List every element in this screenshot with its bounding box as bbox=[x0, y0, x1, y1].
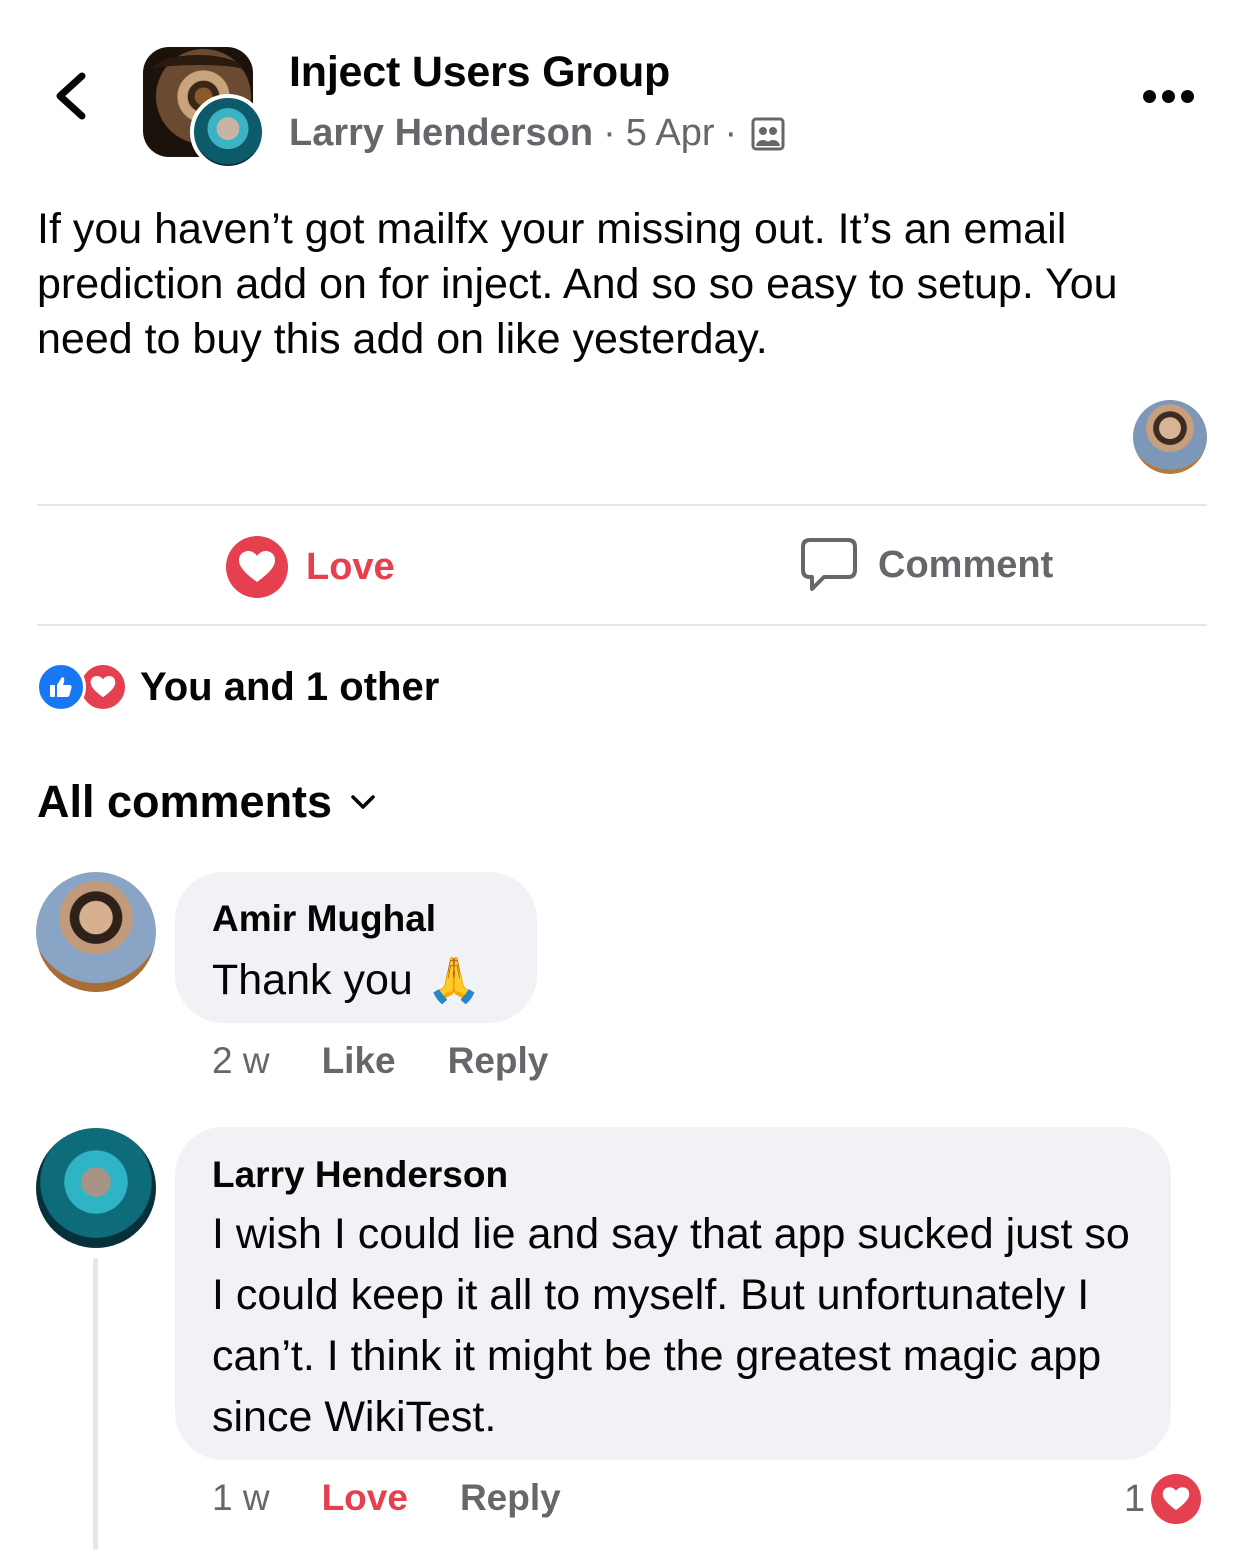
comment-like-button[interactable]: Like bbox=[322, 1040, 396, 1082]
commenter-avatar[interactable] bbox=[36, 872, 156, 992]
thread-line bbox=[93, 1258, 98, 1550]
comment-time[interactable]: 1 w bbox=[212, 1477, 270, 1519]
comment-text-content: Thank you bbox=[212, 956, 413, 1004]
author-name[interactable]: Larry Henderson bbox=[289, 112, 593, 155]
reaction-count: 1 bbox=[1124, 1477, 1146, 1520]
comment-text: I wish I could lie and say that app suck… bbox=[212, 1210, 1130, 1441]
comment-label: Comment bbox=[878, 543, 1054, 586]
group-name[interactable]: Inject Users Group bbox=[289, 48, 670, 97]
comment-actions: 2 w Like Reply bbox=[212, 1040, 548, 1082]
reactions-summary-text: You and 1 other bbox=[140, 664, 440, 709]
meta-separator: · bbox=[724, 112, 738, 154]
reactions-summary[interactable]: You and 1 other bbox=[36, 662, 439, 712]
chevron-left-icon bbox=[56, 72, 86, 120]
praying-hands-emoji: 🙏 bbox=[426, 956, 482, 1005]
seen-by-avatar[interactable] bbox=[1133, 400, 1207, 474]
comment-button[interactable]: Comment bbox=[800, 536, 1053, 594]
more-dots-icon bbox=[1143, 89, 1156, 103]
comment-time[interactable]: 2 w bbox=[212, 1040, 270, 1082]
back-button[interactable] bbox=[50, 70, 90, 122]
comment-icon bbox=[801, 538, 857, 591]
comment-actions: 1 w Love Reply bbox=[212, 1477, 561, 1519]
meta-separator: · bbox=[603, 112, 616, 154]
comment-reaction-count[interactable]: 1 bbox=[1124, 1474, 1202, 1524]
comment-reply-button[interactable]: Reply bbox=[448, 1040, 549, 1082]
heart-icon bbox=[226, 536, 288, 598]
like-reaction-icon bbox=[36, 662, 86, 712]
comment-author[interactable]: Amir Mughal bbox=[212, 898, 436, 940]
post-meta: Larry Henderson · 5 Apr · bbox=[289, 112, 785, 155]
love-label: Love bbox=[306, 545, 395, 588]
comment-reply-button[interactable]: Reply bbox=[460, 1477, 561, 1519]
author-mini-avatar[interactable] bbox=[190, 94, 266, 170]
more-options-button[interactable] bbox=[1143, 86, 1195, 106]
post-text: If you haven’t got mailfx your missing o… bbox=[37, 205, 1118, 363]
love-button[interactable]: Love bbox=[226, 536, 395, 598]
comment-text: Thank you 🙏 bbox=[212, 950, 482, 1011]
group-icon bbox=[751, 117, 785, 150]
comments-filter-dropdown[interactable]: All comments bbox=[37, 776, 376, 828]
comment-love-button[interactable]: Love bbox=[322, 1477, 408, 1519]
post-date[interactable]: 5 Apr bbox=[626, 112, 715, 155]
heart-icon bbox=[1151, 1474, 1202, 1524]
comments-filter-label: All comments bbox=[37, 776, 333, 827]
comment-author[interactable]: Larry Henderson bbox=[212, 1154, 508, 1196]
divider bbox=[37, 624, 1207, 626]
chevron-down-icon bbox=[351, 795, 375, 809]
divider bbox=[37, 504, 1207, 506]
commenter-avatar[interactable] bbox=[36, 1128, 156, 1248]
